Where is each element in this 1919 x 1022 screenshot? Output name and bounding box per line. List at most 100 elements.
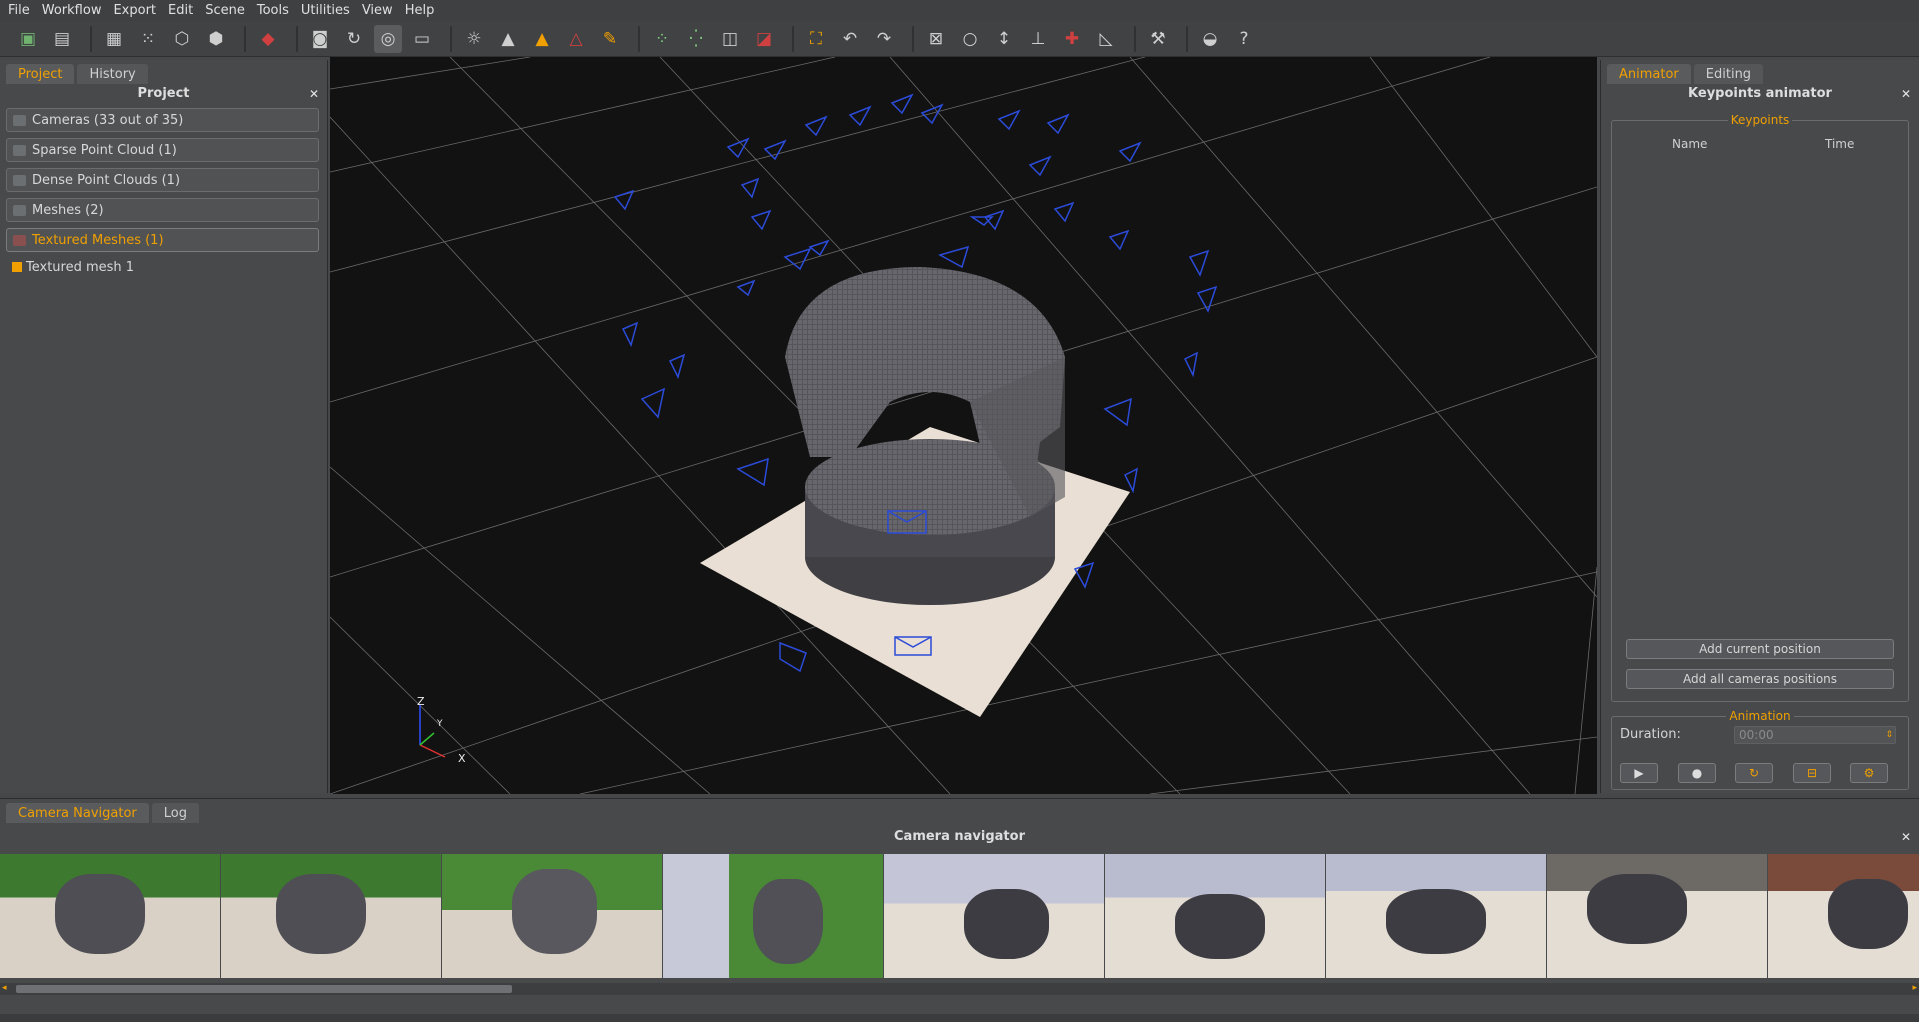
menu-file[interactable]: File — [6, 3, 40, 18]
wireframe-icon[interactable]: ▭ — [408, 25, 436, 53]
close-icon[interactable]: ✕ — [1901, 84, 1911, 104]
camera-thumbnail[interactable] — [884, 854, 1104, 978]
scroll-thumb[interactable] — [16, 985, 512, 993]
light-icon[interactable]: ☼ — [460, 25, 488, 53]
menu-scene[interactable]: Scene — [203, 3, 255, 18]
cameras-icon[interactable]: ▦ — [100, 25, 128, 53]
tab-editing[interactable]: Editing — [1693, 64, 1764, 84]
texture-icon[interactable]: ◆ — [254, 25, 282, 53]
group-label: Sparse Point Cloud (1) — [32, 142, 177, 158]
wrench-icon[interactable]: ⚒ — [1144, 25, 1172, 53]
mesh-icon[interactable]: ⬢ — [202, 25, 230, 53]
group-label: Textured Meshes (1) — [32, 232, 164, 248]
camera-thumbnail[interactable] — [1326, 854, 1546, 978]
redo-icon[interactable]: ↷ — [870, 25, 898, 53]
sparse-cloud-icon[interactable]: ⁙ — [134, 25, 162, 53]
camera-thumbnail[interactable] — [663, 854, 883, 978]
points-green-icon[interactable]: ⁛ — [682, 25, 710, 53]
camera-navigator-title: Camera navigator — [894, 829, 1025, 844]
menu-edit[interactable]: Edit — [166, 3, 203, 18]
group-meshes[interactable]: Meshes (2) — [6, 198, 319, 222]
axis-z-label: Z — [417, 695, 425, 708]
group-textured-meshes[interactable]: Textured Meshes (1) — [6, 228, 319, 252]
help-icon[interactable]: ? — [1230, 25, 1258, 53]
menu-tools[interactable]: Tools — [255, 3, 299, 18]
triangle-icon[interactable]: ▲ — [494, 25, 522, 53]
camera-thumbnail[interactable] — [1768, 854, 1919, 978]
select-icon[interactable]: ⊠ — [922, 25, 950, 53]
scroll-right-icon[interactable]: ▸ — [1912, 983, 1917, 993]
column-time[interactable]: Time — [1825, 137, 1854, 151]
axis-icon[interactable]: ⊥ — [1024, 25, 1052, 53]
list-item[interactable]: Textured mesh 1 — [12, 258, 327, 276]
tab-animator[interactable]: Animator — [1607, 64, 1691, 84]
play-button[interactable]: ▶ — [1620, 763, 1658, 783]
mask-icon[interactable]: ◒ — [1196, 25, 1224, 53]
spinner-icon[interactable]: ⇕ — [1885, 727, 1893, 743]
keypoints-group: Keypoints Name Time Add current position… — [1611, 113, 1909, 702]
chair-image — [1175, 894, 1265, 959]
menu-help[interactable]: Help — [403, 3, 445, 18]
tab-history[interactable]: History — [77, 64, 148, 84]
keypoints-legend: Keypoints — [1727, 113, 1793, 127]
orbit-icon[interactable]: ◎ — [374, 24, 402, 53]
settings-button[interactable]: ⚙ — [1850, 763, 1888, 783]
points-icon[interactable]: ⁘ — [648, 25, 676, 53]
group-label: Cameras (33 out of 35) — [32, 112, 184, 128]
camera-thumbnail[interactable] — [1547, 854, 1767, 978]
gcp-icon[interactable]: ✚ — [1058, 25, 1086, 53]
tab-log[interactable]: Log — [151, 803, 199, 823]
mesh-icon — [13, 204, 26, 216]
toolbar-separator — [90, 25, 92, 52]
brush-icon[interactable]: ✎ — [596, 25, 624, 53]
menu-export[interactable]: Export — [111, 3, 166, 18]
dense-cloud-icon[interactable]: ⬡ — [168, 25, 196, 53]
duration-field[interactable]: 00:00 ⇕ — [1734, 726, 1896, 744]
box-icon[interactable]: ◫ — [716, 25, 744, 53]
circle-select-icon[interactable]: ○ — [956, 25, 984, 53]
camera-thumbnail[interactable] — [442, 854, 662, 978]
column-name[interactable]: Name — [1672, 137, 1707, 151]
sparse-cloud-icon — [13, 144, 26, 156]
textured-mesh-icon — [13, 234, 26, 246]
toolbar: ▣ ▤ ▦ ⁙ ⬡ ⬢ ◆ ◙ ↻ ◎ ▭ ☼ ▲ ▲ △ ✎ ⁘ ⁛ ◫ ◪ … — [0, 21, 1919, 57]
thumbnail-scrollbar[interactable]: ◂ ▸ — [0, 983, 1919, 995]
thumbnail-strip — [0, 854, 1919, 978]
scene-canvas[interactable] — [330, 57, 1597, 794]
camera-thumbnail[interactable] — [1105, 854, 1325, 978]
menu-view[interactable]: View — [360, 3, 403, 18]
chair-image — [1828, 879, 1908, 949]
close-icon[interactable]: ✕ — [309, 84, 319, 104]
3d-viewport[interactable]: Z Y X — [330, 57, 1597, 794]
save-animation-button[interactable]: ⊟ — [1793, 763, 1831, 783]
menu-bar: File Workflow Export Edit Scene Tools Ut… — [0, 0, 1919, 21]
camera-icon[interactable]: ◙ — [306, 25, 334, 53]
close-icon[interactable]: ✕ — [1901, 827, 1911, 847]
measure-icon[interactable]: ↕ — [990, 25, 1018, 53]
menu-utilities[interactable]: Utilities — [299, 3, 360, 18]
triangle-orange-icon[interactable]: ▲ — [528, 25, 556, 53]
triangle-red-icon[interactable]: △ — [562, 25, 590, 53]
ruler-icon[interactable]: ◺ — [1092, 25, 1120, 53]
menu-workflow[interactable]: Workflow — [40, 3, 112, 18]
save-icon[interactable]: ▤ — [48, 25, 76, 53]
loop-button[interactable]: ↻ — [1735, 763, 1773, 783]
group-sparse-cloud[interactable]: Sparse Point Cloud (1) — [6, 138, 319, 162]
tab-camera-navigator[interactable]: Camera Navigator — [6, 803, 149, 823]
add-current-position-button[interactable]: Add current position — [1626, 639, 1894, 659]
chair-image — [1386, 889, 1486, 954]
record-button[interactable]: ● — [1678, 763, 1716, 783]
group-dense-cloud[interactable]: Dense Point Clouds (1) — [6, 168, 319, 192]
undo-icon[interactable]: ↶ — [836, 25, 864, 53]
new-project-icon[interactable]: ▣ — [14, 25, 42, 53]
add-all-cameras-button[interactable]: Add all cameras positions — [1626, 669, 1894, 689]
dense-cloud-icon — [13, 174, 26, 186]
camera-thumbnail[interactable] — [221, 854, 441, 978]
box-red-icon[interactable]: ◪ — [750, 25, 778, 53]
scroll-left-icon[interactable]: ◂ — [2, 983, 7, 993]
rotate-icon[interactable]: ↻ — [340, 25, 368, 53]
bounding-box-icon[interactable]: ⛶ — [802, 25, 830, 53]
tab-project[interactable]: Project — [6, 64, 75, 84]
group-cameras[interactable]: Cameras (33 out of 35) — [6, 108, 319, 132]
camera-thumbnail[interactable] — [0, 854, 220, 978]
